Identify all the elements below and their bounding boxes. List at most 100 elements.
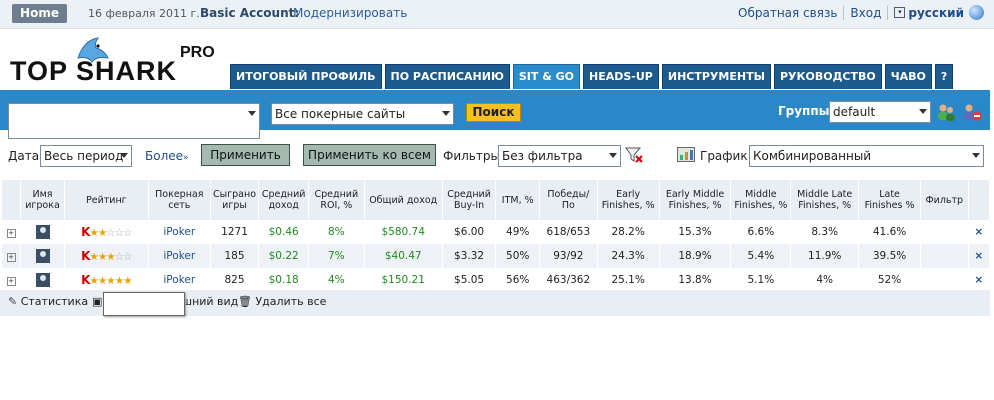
column-header[interactable]: Средний ROI, % (308, 180, 365, 220)
games-cell: 1271 (210, 220, 260, 244)
early-cell: 28.2% (597, 220, 660, 244)
star-empty-icon: ☆☆☆ (106, 227, 132, 239)
column-header[interactable]: Средний доход (258, 180, 309, 220)
column-header (968, 180, 991, 220)
login-link[interactable]: Вход (850, 6, 881, 20)
filter-cell (920, 244, 969, 268)
filter-clear-icon[interactable] (624, 146, 644, 164)
column-header[interactable]: Фильтр (920, 180, 969, 220)
chart-label: График: (700, 149, 752, 163)
star-empty-icon: ☆☆ (114, 251, 133, 263)
feedback-link[interactable]: Обратная связь (738, 6, 837, 20)
delete-row-icon[interactable]: × (968, 268, 991, 292)
column-header[interactable]: Early Finishes, % (597, 180, 660, 220)
filters-select[interactable]: Без фильтра (498, 145, 621, 167)
logo-text: TOP SHARK (10, 56, 178, 86)
logo[interactable]: TOP SHARK PRO (8, 36, 228, 88)
more-link[interactable]: Более» (145, 149, 189, 163)
early-mid-cell: 15.3% (659, 220, 732, 244)
expand-icon[interactable]: + (6, 277, 16, 286)
save-icon[interactable]: ▣ (92, 295, 102, 308)
avg-profit-cell: $0.18 (258, 268, 309, 292)
top-right-links: Обратная связь Вход ▾ русский (738, 5, 984, 20)
statistics-button[interactable]: ✎ Статистика (8, 295, 88, 308)
groups-select[interactable]: default (829, 101, 931, 123)
expand-icon[interactable]: + (6, 229, 16, 238)
itm-cell: 56% (495, 268, 540, 292)
table-row[interactable]: + K★★☆☆☆ iPoker 1271 $0.46 8% $580.74 $6… (2, 220, 991, 244)
upgrade-link[interactable]: Модернизировать (293, 6, 407, 20)
column-header[interactable]: Middle Late Finishes, % (790, 180, 860, 220)
expand-icon[interactable]: + (6, 253, 16, 262)
tab-sit-and-go[interactable]: SIT & GO (512, 64, 581, 89)
roi-cell: 4% (308, 268, 365, 292)
view-button[interactable]: шний вид (182, 295, 238, 308)
delete-all-button[interactable]: 🗑 Удалить все (238, 295, 326, 308)
column-header[interactable]: Сыграно игры (210, 180, 260, 220)
search-button[interactable]: Поиск (466, 103, 521, 122)
tab-help[interactable]: ? (934, 64, 954, 89)
avatar-icon[interactable] (35, 249, 50, 263)
tab-guide[interactable]: РУКОВОДСТВО (773, 64, 882, 89)
poker-sites-select[interactable]: Все покерные сайты (271, 103, 454, 125)
remove-group-icon[interactable] (962, 102, 982, 122)
site-link[interactable]: iPoker (148, 244, 211, 268)
tab-faq[interactable]: ЧАВО (884, 64, 932, 89)
early-mid-cell: 13.8% (659, 268, 732, 292)
delete-row-icon[interactable]: × (968, 220, 991, 244)
chart-select[interactable]: Комбинированный (749, 145, 984, 167)
players-table: Имя игрока Рейтинг Покерная сеть Сыграно… (2, 180, 991, 292)
rating-cell: K★★☆☆☆ (64, 220, 149, 244)
column-header[interactable]: Покерная сеть (148, 180, 211, 220)
tab-scheduled[interactable]: ПО РАСПИСАНИЮ (384, 64, 510, 89)
avatar-icon[interactable] (35, 273, 50, 287)
chevron-down-icon[interactable] (248, 111, 256, 116)
trash-icon: 🗑 (238, 295, 252, 308)
language-selector[interactable]: русский (908, 6, 964, 20)
filter-bar: Дата: Весь период Более» Применить Приме… (0, 140, 994, 170)
tab-summary-profile[interactable]: ИТОГОВЫЙ ПРОФИЛЬ (230, 64, 382, 89)
column-header[interactable]: Late Finishes % (858, 180, 921, 220)
site-link[interactable]: iPoker (148, 268, 211, 292)
column-header[interactable]: Победы/По (539, 180, 598, 220)
table-row[interactable]: + K★★★★★ iPoker 825 $0.18 4% $150.21 $5.… (2, 268, 991, 292)
column-header[interactable]: Общий доход (364, 180, 443, 220)
chevron-down-icon[interactable] (609, 153, 617, 158)
account-type: Basic Account: (200, 6, 300, 20)
player-suggest-dropdown[interactable] (8, 122, 260, 139)
apply-all-button[interactable]: Применить ко всем (303, 144, 436, 166)
site-link[interactable]: iPoker (148, 220, 211, 244)
avatar-icon[interactable] (35, 225, 50, 239)
chevron-down-icon[interactable] (972, 153, 980, 158)
language-dropdown-icon[interactable]: ▾ (894, 7, 906, 18)
late-cell: 41.6% (858, 220, 921, 244)
mid-cell: 5.4% (730, 244, 792, 268)
column-header[interactable]: Middle Finishes, % (730, 180, 792, 220)
column-header[interactable]: Средний Buy-In (442, 180, 497, 220)
column-header[interactable]: Рейтинг (64, 180, 149, 220)
date-select[interactable]: Весь период (40, 145, 132, 167)
star-icon: ★★★ (89, 251, 115, 263)
filters-label: Фильтры: (443, 149, 504, 163)
apply-button[interactable]: Применить (201, 144, 290, 166)
column-header[interactable]: Имя игрока (20, 180, 65, 220)
home-button[interactable]: Home (12, 4, 67, 23)
table-row[interactable]: + K★★★☆☆ iPoker 185 $0.22 7% $40.47 $3.3… (2, 244, 991, 268)
roi-cell: 8% (308, 220, 365, 244)
games-cell: 185 (210, 244, 260, 268)
column-header[interactable]: ITM, % (495, 180, 540, 220)
view-name-popup[interactable] (103, 292, 185, 316)
tab-heads-up[interactable]: HEADS-UP (583, 64, 659, 89)
delete-row-icon[interactable]: × (968, 244, 991, 268)
main-tabs: ИТОГОВЫЙ ПРОФИЛЬ ПО РАСПИСАНИЮ SIT & GO … (230, 64, 956, 90)
chevron-down-icon[interactable] (120, 153, 128, 158)
late-cell: 52% (858, 268, 921, 292)
divider (843, 5, 845, 20)
chevron-down-icon[interactable] (442, 111, 450, 116)
total-profit-cell: $150.21 (364, 268, 443, 292)
column-header[interactable]: Early Middle Finishes, % (659, 180, 732, 220)
avg-profit-cell: $0.46 (258, 220, 309, 244)
tab-tools[interactable]: ИНСТРУМЕНТЫ (661, 64, 771, 89)
add-group-icon[interactable] (936, 102, 956, 122)
chevron-down-icon[interactable] (919, 109, 927, 114)
